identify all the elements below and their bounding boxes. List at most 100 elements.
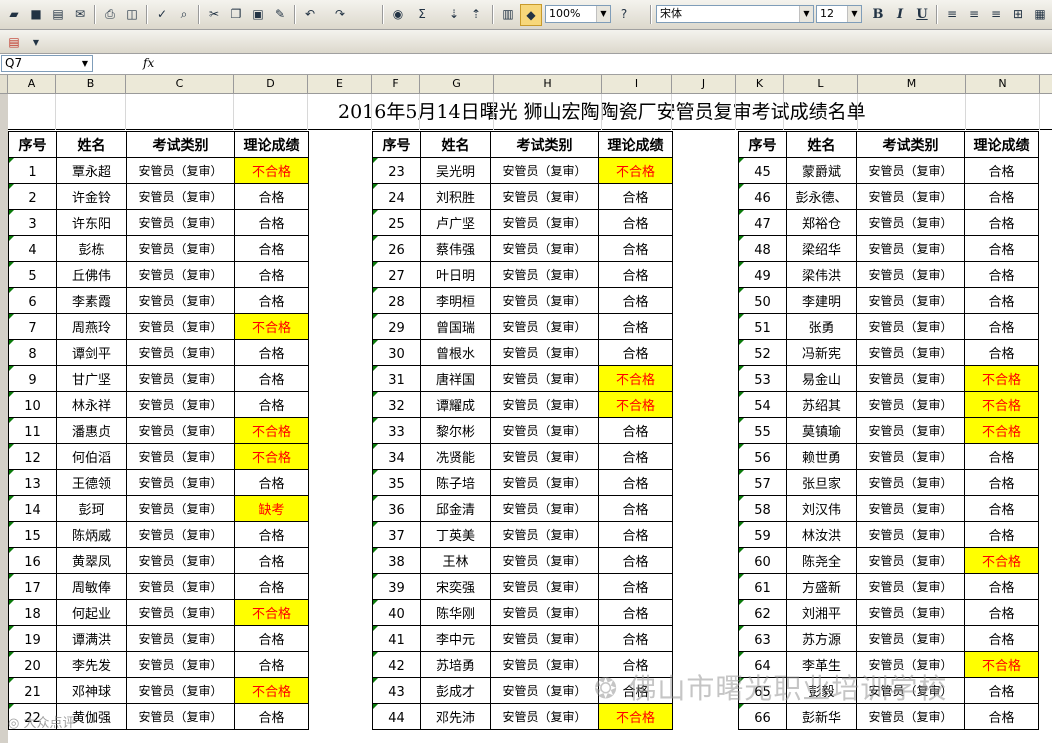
name-cell[interactable]: 梁伟洪 (786, 261, 857, 288)
score-cell[interactable]: 不合格 (964, 651, 1039, 678)
row-number-cell[interactable]: 54 (738, 391, 787, 418)
score-cell[interactable]: 合格 (234, 365, 309, 392)
row-number-cell[interactable]: 15 (8, 521, 57, 548)
format-painter-icon[interactable]: ✎ (270, 4, 290, 24)
name-cell[interactable]: 彭毅 (786, 677, 857, 704)
row-number-cell[interactable]: 40 (372, 599, 421, 626)
pdf-icon[interactable]: ▤ (4, 32, 24, 52)
name-cell[interactable]: 蒙爵斌 (786, 157, 857, 184)
name-cell[interactable]: 苏方源 (786, 625, 857, 652)
font-name-select[interactable]: 宋体 ▼ (656, 5, 814, 23)
email-icon[interactable]: ✉ (70, 4, 90, 24)
exam-type-cell[interactable]: 安管员（复审） (126, 573, 235, 600)
exam-type-cell[interactable]: 安管员（复审） (856, 625, 965, 652)
name-cell[interactable]: 唐祥国 (420, 365, 491, 392)
row-number-cell[interactable]: 66 (738, 703, 787, 730)
row-number-cell[interactable]: 50 (738, 287, 787, 314)
exam-type-cell[interactable]: 安管员（复审） (490, 469, 599, 496)
row-number-cell[interactable]: 10 (8, 391, 57, 418)
exam-type-cell[interactable]: 安管员（复审） (126, 625, 235, 652)
column-label[interactable]: 考试类别 (856, 131, 965, 158)
exam-type-cell[interactable]: 安管员（复审） (126, 521, 235, 548)
row-number-cell[interactable]: 44 (372, 703, 421, 730)
column-header-j[interactable]: J (672, 75, 736, 93)
name-cell[interactable]: 林汝洪 (786, 521, 857, 548)
name-cell[interactable]: 莫镇瑜 (786, 417, 857, 444)
name-cell[interactable]: 陈华刚 (420, 599, 491, 626)
name-cell[interactable]: 曾根水 (420, 339, 491, 366)
score-cell[interactable]: 不合格 (598, 365, 673, 392)
font-size-select[interactable]: 12 ▼ (816, 5, 862, 23)
score-cell[interactable]: 合格 (964, 235, 1039, 262)
score-cell[interactable]: 合格 (598, 313, 673, 340)
row-number-cell[interactable]: 62 (738, 599, 787, 626)
exam-type-cell[interactable]: 安管员（复审） (126, 703, 235, 730)
column-label[interactable]: 序号 (738, 131, 787, 158)
row-number-cell[interactable]: 5 (8, 261, 57, 288)
name-cell[interactable]: 李中元 (420, 625, 491, 652)
column-header-d[interactable]: D (234, 75, 308, 93)
exam-type-cell[interactable]: 安管员（复审） (126, 651, 235, 678)
score-cell[interactable]: 合格 (964, 287, 1039, 314)
column-label[interactable]: 考试类别 (490, 131, 599, 158)
function-icon[interactable]: fx (143, 56, 154, 70)
score-cell[interactable]: 不合格 (964, 365, 1039, 392)
name-cell[interactable]: 卢广坚 (420, 209, 491, 236)
score-cell[interactable]: 不合格 (964, 547, 1039, 574)
exam-type-cell[interactable]: 安管员（复审） (490, 183, 599, 210)
exam-type-cell[interactable]: 安管员（复审） (490, 261, 599, 288)
row-number-cell[interactable]: 43 (372, 677, 421, 704)
name-cell[interactable]: 黄伽强 (56, 703, 127, 730)
score-cell[interactable]: 合格 (598, 651, 673, 678)
name-cell[interactable]: 王德领 (56, 469, 127, 496)
row-number-cell[interactable]: 35 (372, 469, 421, 496)
score-cell[interactable]: 合格 (598, 261, 673, 288)
name-cell[interactable]: 梁绍华 (786, 235, 857, 262)
score-cell[interactable]: 合格 (964, 495, 1039, 522)
merge-center-icon[interactable]: ⊞ (1008, 4, 1028, 24)
name-cell[interactable]: 易金山 (786, 365, 857, 392)
row-number-cell[interactable]: 42 (372, 651, 421, 678)
name-cell[interactable]: 赖世勇 (786, 443, 857, 470)
row-number-cell[interactable]: 55 (738, 417, 787, 444)
exam-type-cell[interactable]: 安管员（复审） (856, 261, 965, 288)
exam-type-cell[interactable]: 安管员（复审） (126, 261, 235, 288)
exam-type-cell[interactable]: 安管员（复审） (856, 339, 965, 366)
exam-type-cell[interactable]: 安管员（复审） (490, 521, 599, 548)
column-header-f[interactable]: F (372, 75, 420, 93)
score-cell[interactable]: 合格 (964, 599, 1039, 626)
score-cell[interactable]: 合格 (234, 287, 309, 314)
row-number-cell[interactable]: 27 (372, 261, 421, 288)
exam-type-cell[interactable]: 安管员（复审） (490, 157, 599, 184)
score-cell[interactable]: 合格 (964, 313, 1039, 340)
exam-type-cell[interactable]: 安管员（复审） (856, 547, 965, 574)
row-number-cell[interactable]: 7 (8, 313, 57, 340)
exam-type-cell[interactable]: 安管员（复审） (490, 443, 599, 470)
exam-type-cell[interactable]: 安管员（复审） (126, 495, 235, 522)
row-number-cell[interactable]: 45 (738, 157, 787, 184)
score-cell[interactable]: 不合格 (234, 417, 309, 444)
row-number-cell[interactable]: 36 (372, 495, 421, 522)
row-number-cell[interactable]: 28 (372, 287, 421, 314)
name-cell[interactable]: 陈尧全 (786, 547, 857, 574)
name-cell[interactable]: 谭耀成 (420, 391, 491, 418)
row-number-cell[interactable]: 46 (738, 183, 787, 210)
row-number-cell[interactable]: 3 (8, 209, 57, 236)
align-center-icon[interactable]: ≡ (964, 4, 984, 24)
italic-button[interactable]: I (890, 4, 910, 24)
exam-type-cell[interactable]: 安管员（复审） (126, 599, 235, 626)
name-cell[interactable]: 苏培勇 (420, 651, 491, 678)
row-number-cell[interactable]: 33 (372, 417, 421, 444)
column-header-a[interactable]: A (8, 75, 56, 93)
exam-type-cell[interactable]: 安管员（复审） (490, 313, 599, 340)
row-number-cell[interactable]: 34 (372, 443, 421, 470)
score-cell[interactable]: 合格 (234, 183, 309, 210)
score-cell[interactable]: 合格 (234, 469, 309, 496)
column-header-g[interactable]: G (420, 75, 494, 93)
undo-icon[interactable]: ↶ (300, 4, 320, 24)
name-cell[interactable]: 潘惠贞 (56, 417, 127, 444)
exam-type-cell[interactable]: 安管员（复审） (856, 651, 965, 678)
name-cell[interactable]: 王林 (420, 547, 491, 574)
row-number-cell[interactable]: 47 (738, 209, 787, 236)
row-number-cell[interactable]: 38 (372, 547, 421, 574)
